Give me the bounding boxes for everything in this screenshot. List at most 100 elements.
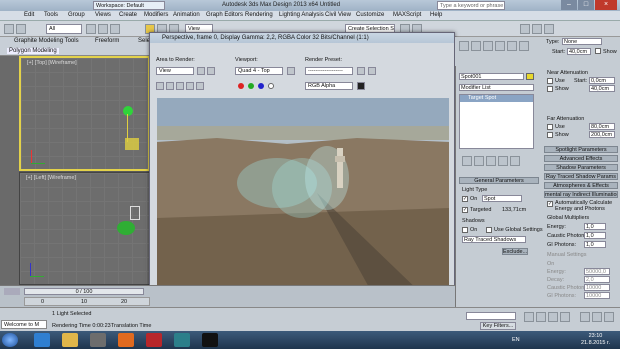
manual-energy-spinner[interactable]: 50000,0	[584, 268, 610, 275]
light-on-checkbox[interactable]: ✓	[462, 196, 468, 202]
decay-type-dropdown[interactable]: None	[562, 38, 602, 45]
targeted-checkbox[interactable]: ✓	[462, 207, 468, 213]
rollout-shadow-params[interactable]: Shadow Parameters	[544, 164, 618, 171]
auto-region-icon[interactable]	[207, 67, 215, 75]
channel-display-dropdown[interactable]: RGB Alpha	[305, 82, 353, 90]
menu-customize[interactable]: Customize	[356, 12, 384, 18]
menu-maxscript[interactable]: MAXScript	[393, 12, 421, 18]
near-show-checkbox[interactable]	[547, 86, 553, 92]
render-preset-dropdown[interactable]: -------------------	[305, 67, 353, 75]
alpha-channel-icon[interactable]	[268, 83, 274, 89]
create-tab-icon[interactable]	[459, 41, 469, 51]
tab-freeform[interactable]: Freeform	[95, 38, 119, 44]
workspace-dropdown[interactable]: Workspace: Default	[93, 1, 165, 10]
pdf-icon[interactable]	[146, 333, 162, 347]
rollout-mental-ray[interactable]: mental ray Indirect Illumination	[544, 191, 618, 198]
clone-window-icon[interactable]	[176, 82, 184, 90]
green-channel-icon[interactable]	[248, 83, 254, 89]
track-bar[interactable]: 0 10 20	[24, 297, 150, 306]
viewport-left-label[interactable]: [+] [Left] [Wireframe]	[26, 175, 76, 181]
polygon-modeling-button[interactable]: Polygon Modeling	[7, 48, 59, 54]
menu-edit[interactable]: Edit	[24, 12, 34, 18]
select-by-name-icon[interactable]	[98, 24, 108, 34]
near-end-spinner[interactable]: 40,0cm	[589, 85, 615, 92]
save-image-icon[interactable]	[156, 82, 164, 90]
maxscript-listener[interactable]: Welcome to M	[1, 320, 47, 329]
zoom-icon[interactable]	[580, 312, 590, 322]
caustic-spinner[interactable]: 1,0	[584, 232, 606, 239]
close-button[interactable]: ×	[595, 0, 617, 10]
light-type-dropdown[interactable]: Spot	[482, 195, 522, 202]
tab-graphite-modeling[interactable]: Graphite Modeling Tools	[14, 38, 79, 44]
clock[interactable]: 23:10 21.8.2015 r.	[581, 333, 610, 347]
menu-create[interactable]: Create	[119, 12, 137, 18]
3dsmax-icon[interactable]	[174, 333, 190, 347]
orbit-icon[interactable]	[604, 312, 614, 322]
play-icon[interactable]	[548, 312, 558, 322]
previous-frame-icon[interactable]	[536, 312, 546, 322]
menu-views[interactable]: Views	[95, 12, 111, 18]
ie-icon[interactable]	[34, 333, 50, 347]
gi-photons-spinner[interactable]: 1,0	[584, 241, 606, 248]
viewport-top-label[interactable]: [+] [Top] [Wireframe]	[27, 60, 77, 66]
display-mono-icon[interactable]	[357, 82, 365, 90]
red-channel-icon[interactable]	[238, 83, 244, 89]
rect-select-icon[interactable]	[110, 24, 120, 34]
render-setup-icon[interactable]	[520, 24, 530, 34]
print-image-icon[interactable]	[186, 82, 194, 90]
maximize-button[interactable]: □	[578, 0, 594, 10]
copy-image-icon[interactable]	[166, 82, 174, 90]
shadow-type-dropdown[interactable]: Ray Traced Shadows	[462, 236, 526, 243]
key-mode-dropdown[interactable]	[466, 312, 516, 320]
configure-sets-icon[interactable]	[510, 156, 520, 166]
select-object-icon[interactable]	[86, 24, 96, 34]
time-config-icon[interactable]	[4, 288, 20, 295]
viewport-top[interactable]: [+] [Top] [Wireframe]	[19, 56, 150, 171]
global-settings-checkbox[interactable]	[486, 227, 492, 233]
media-icon[interactable]	[90, 333, 106, 347]
key-filters-button[interactable]: Key Filters...	[480, 322, 516, 330]
explorer-icon[interactable]	[62, 333, 78, 347]
next-frame-icon[interactable]	[560, 312, 570, 322]
spotlight-icon[interactable]	[123, 106, 133, 116]
environment-icon[interactable]	[368, 67, 376, 75]
rollout-atmospheres[interactable]: Atmospheres & Effects	[544, 182, 618, 189]
stack-item-target-spot[interactable]: Target Spot	[460, 95, 533, 102]
near-start-spinner[interactable]: 0,0cm	[589, 77, 615, 84]
motion-tab-icon[interactable]	[495, 41, 505, 51]
app-icon[interactable]	[202, 333, 218, 347]
clear-image-icon[interactable]	[196, 82, 204, 90]
shadows-on-checkbox[interactable]	[462, 227, 468, 233]
language-indicator[interactable]: EN	[512, 337, 520, 343]
menu-modifiers[interactable]: Modifiers	[144, 12, 168, 18]
lock-viewport-icon[interactable]	[287, 67, 295, 75]
viewport-left[interactable]: [+] [Left] [Wireframe]	[19, 172, 150, 285]
pan-icon[interactable]	[592, 312, 602, 322]
rollout-advanced-effects[interactable]: Advanced Effects	[544, 155, 618, 162]
object-color-swatch[interactable]	[526, 73, 534, 80]
render-production-icon[interactable]	[544, 24, 554, 34]
rendered-frame-icon[interactable]	[532, 24, 542, 34]
area-to-render-dropdown[interactable]: View	[156, 67, 194, 75]
display-tab-icon[interactable]	[507, 41, 517, 51]
far-end-spinner[interactable]: 200,0cm	[589, 131, 615, 138]
viewport-dropdown[interactable]: Quad 4 - Top	[235, 67, 283, 75]
go-to-start-icon[interactable]	[524, 312, 534, 322]
firefox-icon[interactable]	[118, 333, 134, 347]
menu-group[interactable]: Group	[68, 12, 85, 18]
minimize-button[interactable]: –	[561, 0, 577, 10]
make-unique-icon[interactable]	[486, 156, 496, 166]
blue-channel-icon[interactable]	[258, 83, 264, 89]
redo-icon[interactable]	[16, 24, 26, 34]
hierarchy-tab-icon[interactable]	[483, 41, 493, 51]
manual-decay-spinner[interactable]: 2,0	[584, 276, 610, 283]
energy-spinner[interactable]: 1,0	[584, 223, 606, 230]
far-show-checkbox[interactable]	[547, 132, 553, 138]
start-button-icon[interactable]	[2, 333, 18, 347]
auto-calc-checkbox[interactable]: ✓	[547, 201, 553, 207]
near-use-checkbox[interactable]	[547, 78, 553, 84]
modify-tab-icon[interactable]	[471, 41, 481, 51]
rollout-raytraced-shadow[interactable]: Ray Traced Shadow Params	[544, 173, 618, 180]
modifier-list-dropdown[interactable]: Modifier List	[459, 84, 534, 91]
selection-filter-dropdown[interactable]: All	[46, 24, 82, 34]
